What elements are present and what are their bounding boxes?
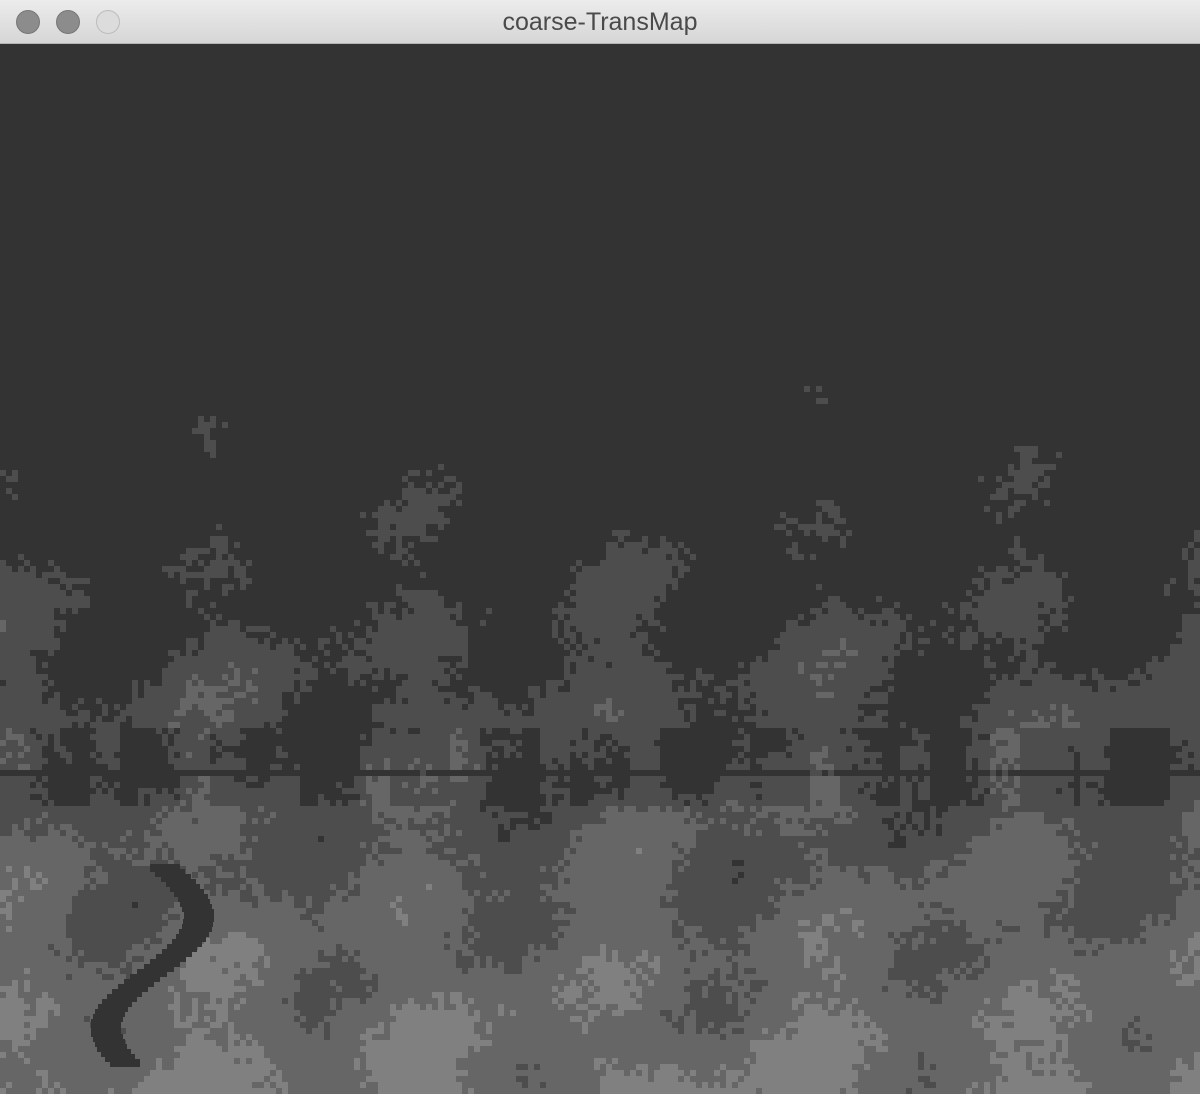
title-bar[interactable]: coarse-TransMap: [0, 0, 1200, 44]
window-title: coarse-TransMap: [502, 8, 698, 36]
transmission-map-image: [0, 44, 1200, 1094]
app-window: coarse-TransMap: [0, 0, 1200, 1094]
